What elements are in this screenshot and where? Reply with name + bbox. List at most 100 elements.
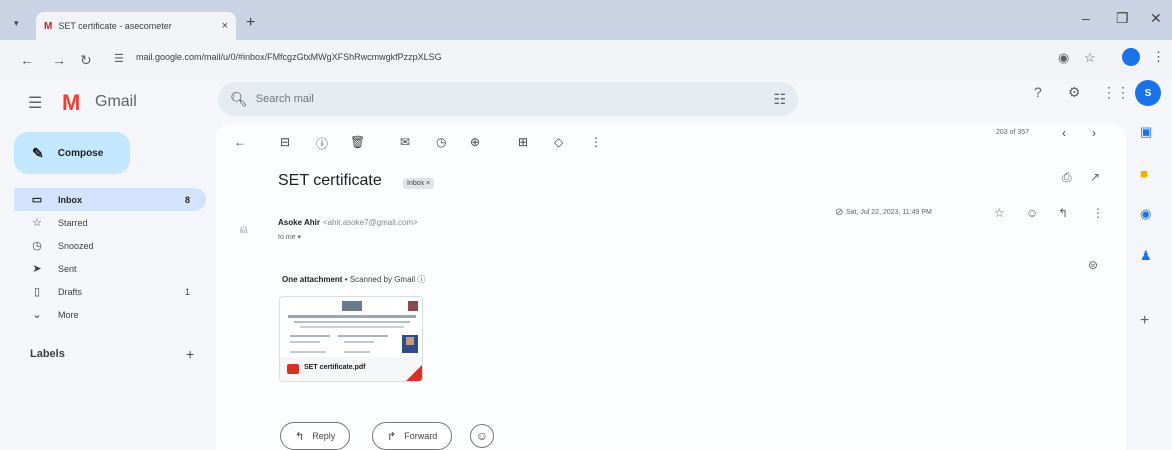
translate-icon[interactable]: ⊜ [1088, 258, 1098, 272]
forward-button[interactable]: ↱ Forward [372, 422, 453, 450]
unread-count: 8 [184, 194, 190, 205]
star-message-icon[interactable]: ☆ [994, 206, 1005, 220]
labels-heading: Labels [30, 348, 65, 360]
keep-side-icon[interactable]: ■ [1140, 166, 1148, 181]
tasks-side-icon[interactable]: ◉ [1140, 206, 1151, 222]
send-icon: ➤ [32, 263, 42, 275]
attachment-heading: One attachment [282, 275, 343, 284]
gmail-logo-icon[interactable]: M [62, 90, 80, 116]
url-field[interactable]: mail.google.com/mail/u/0/#inbox/FMfcgzGt… [136, 52, 442, 62]
clock-icon: ◷ [32, 240, 42, 252]
browser-tab[interactable]: M SET certificate - asecometer × [36, 12, 236, 40]
gmail-logo-text[interactable]: Gmail [95, 93, 137, 111]
tab-close-icon[interactable]: × [222, 20, 228, 32]
calendar-side-icon[interactable]: ▣ [1140, 124, 1152, 140]
add-task-icon[interactable]: ⊕ [470, 135, 480, 149]
recipient-toggle[interactable]: to me ▾ [278, 233, 301, 241]
sidebar-item-snoozed[interactable]: ◷ Snoozed [14, 234, 206, 257]
attachment-filename[interactable]: SET certificate.pdf [304, 364, 365, 371]
sidebar-item-sent[interactable]: ➤ Sent [14, 257, 206, 280]
search-bar[interactable]: 🔍︎ ☷ [218, 82, 798, 116]
sidebar-nav: ▭ Inbox 8 ☆ Starred ◷ Snoozed ➤ Sent ▯ D… [14, 188, 206, 326]
sidebar-item-label: Sent [58, 263, 77, 274]
delete-icon[interactable]: 🗑︎ [350, 135, 365, 149]
help-icon[interactable]: ? [1034, 84, 1042, 100]
reply-button[interactable]: ↰ Reply [280, 422, 351, 450]
open-new-window-icon[interactable]: ↗ [1090, 170, 1100, 184]
message-date: Sat, Jul 22, 2023, 11:49 PM [846, 209, 932, 216]
message-more-icon[interactable]: ⋮ [1092, 206, 1104, 220]
message-subject: SET certificate [278, 172, 382, 189]
draft-count: 1 [184, 286, 190, 297]
minimize-icon[interactable]: – [1082, 10, 1090, 26]
older-icon[interactable]: › [1092, 126, 1096, 140]
browser-menu-icon[interactable]: ⋮ [1152, 49, 1165, 65]
account-avatar[interactable]: S [1135, 80, 1161, 106]
mark-unread-icon[interactable]: ✉ [400, 135, 410, 149]
reply-icon[interactable]: ↰ [1058, 206, 1068, 220]
reload-icon[interactable]: ↻ [80, 52, 92, 69]
sender-line: Asoke Ahir <ahir.asoke7@gmail.com> [278, 218, 418, 227]
back-to-inbox-icon[interactable]: ← [234, 135, 246, 149]
search-input[interactable] [255, 93, 736, 105]
reply-arrow-icon: ↰ [295, 430, 305, 443]
contacts-side-icon[interactable]: ♟ [1140, 248, 1152, 264]
close-window-icon[interactable]: ✕ [1150, 10, 1162, 27]
sidebar-item-label: More [58, 309, 79, 320]
sender-name[interactable]: Asoke Ahir [278, 218, 320, 227]
compose-label: Compose [57, 147, 104, 159]
forward-nav-icon[interactable]: → [52, 52, 66, 68]
sender-email: <ahir.asoke7@gmail.com> [322, 218, 418, 227]
sidebar-item-label: Starred [58, 217, 88, 228]
move-to-icon[interactable]: ⊞ [518, 135, 528, 149]
attachment-header: One attachment • Scanned by Gmail ⓘ [282, 274, 425, 285]
sidebar-item-more[interactable]: ⌄ More [14, 303, 206, 326]
search-icon[interactable]: 🔍︎ [230, 91, 248, 108]
sender-avatar-icon: ⍝ [240, 222, 248, 236]
pdf-file-icon [287, 364, 299, 374]
search-options-icon[interactable]: ☷ [773, 91, 786, 108]
snooze-icon[interactable]: ◷ [436, 135, 446, 149]
add-label-icon[interactable]: + [186, 346, 194, 362]
sidebar-item-inbox[interactable]: ▭ Inbox 8 [14, 188, 206, 211]
tab-title: SET certificate - asecometer [58, 21, 172, 31]
back-icon[interactable]: ← [20, 52, 34, 68]
star-icon: ☆ [32, 217, 42, 229]
inbox-icon: ▭ [31, 194, 43, 206]
chevron-down-icon: ⌄ [32, 309, 42, 321]
forward-arrow-icon: ↱ [387, 430, 397, 443]
browser-profile-icon[interactable] [1122, 48, 1140, 66]
sidebar-item-starred[interactable]: ☆ Starred [14, 211, 206, 234]
browser-tab-bar: ▾ M SET certificate - asecometer × + – ❐… [0, 0, 1172, 40]
reply-label: Reply [312, 431, 336, 441]
eye-icon[interactable]: ◉ [1058, 50, 1069, 66]
label-icon[interactable]: ◇ [554, 135, 563, 149]
compose-button[interactable]: ✎ Compose [14, 132, 130, 174]
tab-search-icon[interactable]: ▾ [14, 18, 19, 29]
inbox-label-badge[interactable]: Inbox × [403, 178, 435, 189]
emoji-reaction-button[interactable]: ☺ [470, 424, 494, 448]
report-spam-icon[interactable]: ⓘ [316, 135, 328, 152]
pencil-icon: ✎ [32, 144, 44, 161]
main-menu-icon[interactable]: ☰ [28, 93, 42, 113]
draft-icon: ▯ [33, 286, 41, 298]
sidebar-item-label: Inbox [58, 194, 82, 205]
bookmark-star-icon[interactable]: ☆ [1084, 50, 1096, 66]
sidebar-item-label: Drafts [58, 286, 83, 297]
sidebar-item-drafts[interactable]: ▯ Drafts 1 [14, 280, 206, 303]
new-tab-button[interactable]: + [246, 14, 255, 32]
apps-grid-icon[interactable]: ⋮⋮ [1102, 84, 1130, 101]
maximize-icon[interactable]: ❐ [1116, 10, 1129, 27]
pager-count: 203 of 357 [996, 129, 1030, 136]
forward-label: Forward [404, 431, 438, 441]
print-icon[interactable]: ⎙ [1062, 170, 1072, 185]
settings-gear-icon[interactable]: ⚙ [1068, 84, 1081, 101]
archive-icon[interactable]: ⊟ [280, 135, 290, 149]
emoji-react-icon[interactable]: ☺ [1026, 206, 1038, 220]
newer-icon[interactable]: ‹ [1062, 126, 1066, 140]
more-options-icon[interactable]: ⋮ [590, 135, 602, 149]
sidebar-item-label: Snoozed [58, 240, 94, 251]
get-addons-icon[interactable]: + [1140, 312, 1149, 330]
scanned-note: • Scanned by Gmail ⓘ [344, 275, 426, 284]
site-info-icon[interactable]: ☰ [114, 52, 124, 65]
